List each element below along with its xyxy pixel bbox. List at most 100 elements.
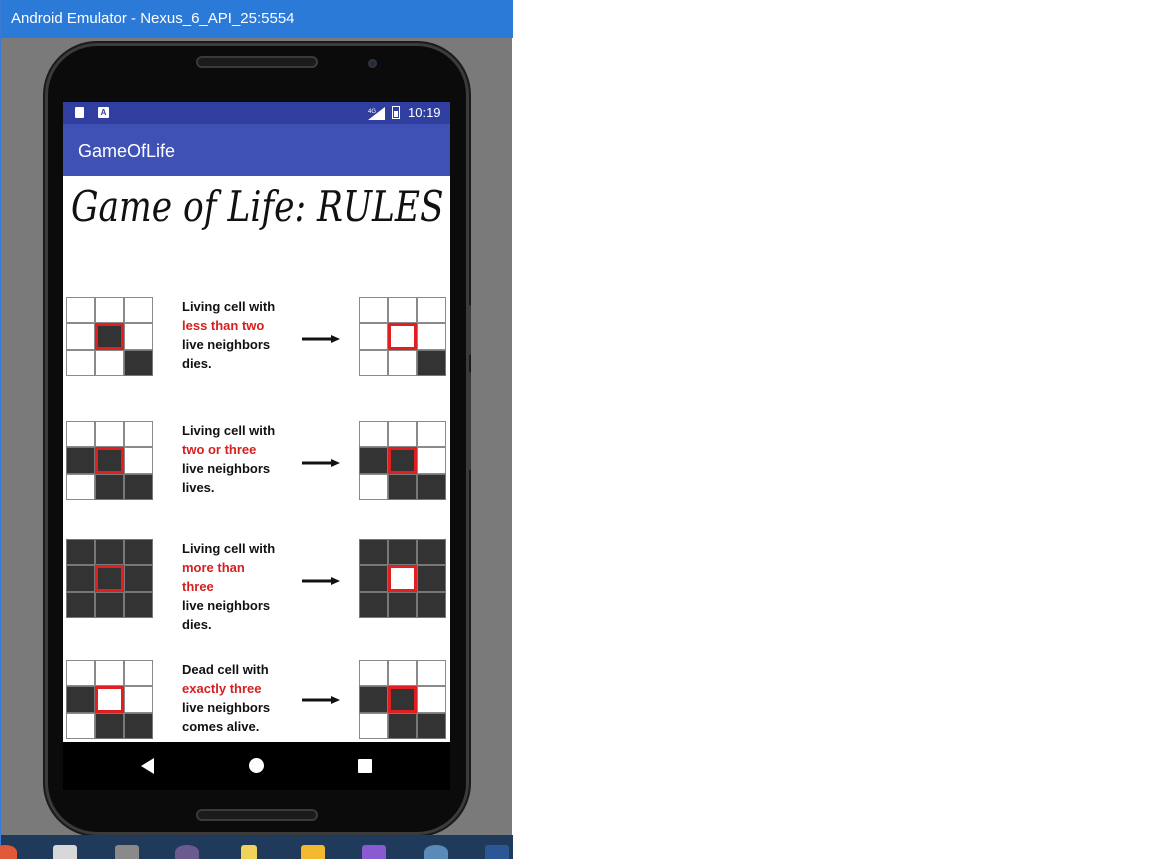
eclipse-icon[interactable] (175, 845, 199, 859)
dead-cell (95, 349, 124, 376)
rule-highlight: exactly three (182, 681, 262, 696)
file-explorer-icon[interactable] (241, 845, 257, 859)
focus-cell-outline (388, 686, 417, 713)
live-cell (124, 539, 153, 566)
dead-cell (417, 421, 446, 448)
dead-cell (388, 660, 417, 687)
focus-cell-outline (388, 323, 417, 350)
live-cell (359, 565, 388, 592)
grid-after (359, 297, 446, 376)
sublime-icon[interactable] (115, 845, 139, 859)
github-icon[interactable] (362, 845, 386, 859)
live-cell (124, 565, 153, 592)
dead-cell (417, 447, 446, 474)
arrow-right-icon (302, 335, 340, 343)
dead-cell (359, 323, 388, 350)
dead-cell (66, 349, 95, 376)
emulator-window: Android Emulator - Nexus_6_API_25:5554 A… (0, 0, 513, 859)
front-camera (368, 59, 377, 68)
power-button[interactable] (468, 305, 471, 355)
dead-cell (359, 473, 388, 500)
word-icon[interactable] (485, 845, 509, 859)
rule-line-4: lives. (182, 480, 215, 495)
dead-cell (388, 421, 417, 448)
nav-bar (63, 742, 450, 790)
rule-row-underpopulation: Living cell with less than two live neig… (63, 297, 450, 379)
search-app-icon[interactable] (301, 845, 325, 859)
dead-cell (66, 297, 95, 324)
recents-icon[interactable] (358, 759, 372, 773)
rule-line-4: dies. (182, 356, 212, 371)
home-icon[interactable] (249, 758, 264, 773)
rule-line-1: Living cell with (182, 541, 276, 556)
phone-frame: A 4G 10:19 GameOfLife Game of Life: RULE… (45, 43, 469, 835)
focus-cell-outline (388, 565, 417, 592)
live-cell (359, 591, 388, 618)
dead-cell (124, 323, 153, 350)
dead-cell (388, 349, 417, 376)
live-cell (124, 712, 153, 739)
rule-line-1: Dead cell with (182, 662, 269, 677)
live-cell (66, 591, 95, 618)
dead-cell (417, 297, 446, 324)
live-cell (417, 539, 446, 566)
dead-cell (95, 660, 124, 687)
rule-line-3: live neighbors (182, 598, 271, 613)
arrow-right-icon (302, 696, 340, 704)
status-bar: A 4G 10:19 (63, 102, 450, 124)
window-title: Android Emulator - Nexus_6_API_25:5554 (1, 0, 513, 38)
rule-text: Living cell with less than two live neig… (182, 297, 278, 373)
bottom-speaker (196, 809, 318, 821)
dead-cell (124, 421, 153, 448)
network-type-label: 4G (368, 109, 376, 115)
live-cell (95, 539, 124, 566)
rules-image: Game of Life: RULES Living cell with les… (63, 176, 450, 742)
arrow-right-icon (302, 459, 340, 467)
live-cell (359, 447, 388, 474)
dead-cell (359, 297, 388, 324)
live-cell (359, 539, 388, 566)
dead-cell (359, 712, 388, 739)
clock: 10:19 (408, 105, 441, 120)
store-icon[interactable] (53, 845, 77, 859)
live-cell (417, 565, 446, 592)
dead-cell (124, 686, 153, 713)
arrow-right-icon (302, 577, 340, 585)
rule-line-4: comes alive. (182, 719, 260, 734)
live-cell (66, 565, 95, 592)
live-cell (417, 349, 446, 376)
live-cell (417, 712, 446, 739)
rule-text: Dead cell with exactly three live neighb… (182, 660, 278, 736)
dead-cell (359, 660, 388, 687)
settings-app-icon[interactable] (424, 845, 448, 859)
live-cell (388, 712, 417, 739)
dead-cell (66, 712, 95, 739)
back-icon[interactable] (141, 758, 154, 774)
rule-highlight: two or three (182, 442, 257, 457)
dead-cell (95, 297, 124, 324)
rule-text: Living cell with two or three live neigh… (182, 421, 278, 497)
volume-rocker[interactable] (468, 372, 471, 470)
dead-cell (95, 421, 124, 448)
focus-cell-outline (95, 686, 124, 713)
keyboard-a-icon: A (98, 107, 109, 118)
grid-before (66, 660, 153, 739)
chrome-icon[interactable] (0, 845, 17, 859)
focus-cell-outline (95, 323, 124, 350)
live-cell (417, 591, 446, 618)
rule-highlight: less than two (182, 318, 265, 333)
dead-cell (66, 473, 95, 500)
live-cell (124, 591, 153, 618)
battery-icon (392, 106, 400, 119)
live-cell (359, 686, 388, 713)
live-cell (66, 447, 95, 474)
dead-cell (359, 421, 388, 448)
live-cell (388, 539, 417, 566)
rules-heading: Game of Life: RULES (71, 182, 444, 231)
dead-cell (388, 297, 417, 324)
rule-row-survival: Living cell with two or three live neigh… (63, 421, 450, 503)
grid-before (66, 421, 153, 500)
focus-cell-outline (95, 447, 124, 474)
live-cell (388, 473, 417, 500)
live-cell (95, 473, 124, 500)
